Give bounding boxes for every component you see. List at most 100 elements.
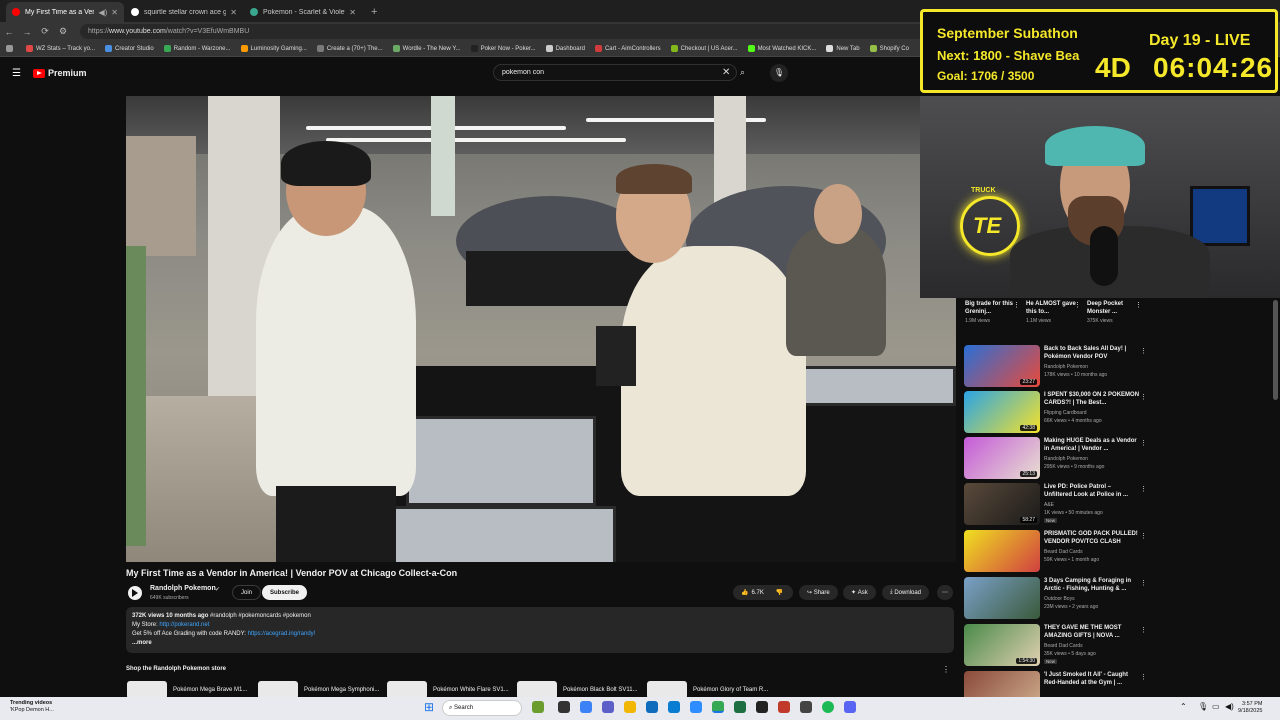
video-menu-icon[interactable]: ⋮: [1140, 439, 1147, 447]
spotify-icon[interactable]: [822, 701, 834, 713]
video-thumbnail[interactable]: 42:38: [964, 391, 1040, 433]
bookmark-item[interactable]: Most Watched KICK...: [747, 45, 816, 52]
recommended-title[interactable]: I SPENT $30,000 ON 2 POKEMON CARDS?! | T…: [1044, 391, 1140, 407]
recommended-channel[interactable]: Randolph Pokemon: [1044, 364, 1088, 370]
app-widget-icon[interactable]: [532, 701, 544, 713]
menu-hamburger-icon[interactable]: ☰: [12, 68, 21, 79]
recommended-title[interactable]: THEY GAVE ME THE MOST AMAZING GIFTS | NO…: [1044, 624, 1140, 640]
channel-name[interactable]: Randolph Pokemon: [150, 585, 216, 592]
short-menu-icon[interactable]: ⋮: [1135, 301, 1142, 309]
video-thumbnail[interactable]: 23:27: [964, 345, 1040, 387]
ask-button[interactable]: ✦ Ask: [843, 585, 876, 600]
bookmark-item[interactable]: WZ Stats – Track yo...: [26, 45, 95, 52]
tray-mic-icon[interactable]: 🎙: [1198, 702, 1208, 711]
back-arrow-icon[interactable]: ←: [0, 27, 18, 37]
bookmark-item[interactable]: Creator Studio: [105, 45, 154, 52]
shop-menu-icon[interactable]: ⋮: [942, 665, 950, 674]
bookmark-item[interactable]: Cart - AimControllers: [594, 45, 661, 52]
bookmark-item[interactable]: Wordle - The New Y...: [392, 45, 461, 52]
search-icon[interactable]: ⌕: [740, 67, 745, 78]
recommended-video[interactable]: 1:54:30 THEY GAVE ME THE MOST AMAZING GI…: [964, 624, 1147, 666]
dislike-icon[interactable]: 👎: [776, 589, 783, 596]
recommended-title[interactable]: Live PD: Police Patrol – Unfiltered Look…: [1044, 483, 1140, 499]
bookmark-item[interactable]: Luminosity Gaming...: [240, 45, 307, 52]
bookmark-item[interactable]: Dashboard: [545, 45, 585, 52]
site-info-icon[interactable]: ⚙: [54, 26, 72, 37]
recommended-title[interactable]: PRISMATIC GOD PACK PULLED! VENDOR POV/TC…: [1044, 530, 1140, 546]
download-button[interactable]: ⤓ Download: [882, 585, 930, 600]
video-menu-icon[interactable]: ⋮: [1140, 532, 1147, 540]
excel-icon[interactable]: [734, 701, 746, 713]
address-bar[interactable]: https://www.youtube.com/watch?v=V3EfuWmB…: [80, 24, 930, 39]
video-thumbnail[interactable]: 1:54:30: [964, 624, 1040, 666]
subscribe-button[interactable]: Subscribe: [262, 585, 308, 600]
bookmark-item[interactable]: Create a (70+) The...: [316, 45, 383, 52]
system-clock[interactable]: 3:57 PM 9/18/2025: [1238, 701, 1262, 715]
hashtags[interactable]: #randolph #pokemoncards #pokemon: [208, 613, 311, 619]
video-thumbnail[interactable]: 58:27: [964, 483, 1040, 525]
bookmark-item[interactable]: Random - Warzone...: [163, 45, 231, 52]
recommended-title[interactable]: Making HUGE Deals as a Vendor in America…: [1044, 437, 1140, 453]
news-widget[interactable]: Trending videos 'KPop Demon H...: [10, 700, 54, 714]
browser-tab-2[interactable]: squirtle stellar crown ace grading ✕: [125, 2, 243, 22]
recommended-channel[interactable]: Beard Dad Cards: [1044, 549, 1083, 555]
bookmark-item[interactable]: Checkout | US Acer...: [670, 45, 738, 52]
video-thumbnail[interactable]: [964, 577, 1040, 619]
video-menu-icon[interactable]: ⋮: [1140, 485, 1147, 493]
recommended-title[interactable]: 3 Days Camping & Foraging in Arctic - Fi…: [1044, 577, 1140, 593]
share-button[interactable]: ↪ Share: [799, 585, 838, 600]
youtube-logo[interactable]: Premium: [32, 68, 86, 78]
like-count[interactable]: 6.7K: [751, 590, 763, 596]
windows-start-icon[interactable]: ⊞: [424, 700, 434, 714]
video-menu-icon[interactable]: ⋮: [1140, 626, 1147, 634]
tab-close-icon[interactable]: ✕: [111, 8, 118, 17]
tab-close-icon[interactable]: ✕: [230, 8, 237, 17]
short-item[interactable]: Big trade for this Greninj... 1.9M views: [965, 300, 1015, 324]
copilot-icon[interactable]: [580, 701, 592, 713]
browser-tab-1[interactable]: My First Time as a Vendor in America! ◀)…: [6, 2, 124, 22]
speaker-icon[interactable]: ◀): [98, 8, 107, 17]
recommended-channel[interactable]: Beard Dad Cards: [1044, 643, 1083, 649]
recommended-video[interactable]: 58:27 Live PD: Police Patrol – Unfiltere…: [964, 483, 1147, 525]
bookmark-item[interactable]: Shopify Co: [869, 45, 909, 52]
terminal-icon[interactable]: [756, 701, 768, 713]
short-item[interactable]: He ALMOST gave this to... 1.1M views: [1026, 300, 1076, 324]
discord-icon[interactable]: [844, 701, 856, 713]
microphone-icon[interactable]: 🎙: [770, 64, 788, 82]
video-thumbnail[interactable]: 25:13: [964, 437, 1040, 479]
search-input[interactable]: [502, 69, 712, 76]
forward-arrow-icon[interactable]: →: [18, 27, 36, 37]
app-icon[interactable]: [778, 701, 790, 713]
store-icon[interactable]: [646, 701, 658, 713]
app-icon[interactable]: [690, 701, 702, 713]
more-actions-icon[interactable]: ⋯: [937, 585, 953, 600]
bookmark-item[interactable]: Poker Now - Poker...: [470, 45, 536, 52]
video-menu-icon[interactable]: ⋮: [1140, 393, 1147, 401]
clear-search-icon[interactable]: ✕: [722, 67, 730, 78]
like-icon[interactable]: 👍: [741, 589, 748, 596]
video-menu-icon[interactable]: ⋮: [1140, 673, 1147, 681]
tray-chevron-icon[interactable]: ⌃: [1180, 702, 1187, 711]
store-link[interactable]: http://pokerand.net: [159, 622, 209, 628]
recommended-video[interactable]: 42:38 I SPENT $30,000 ON 2 POKEMON CARDS…: [964, 391, 1147, 433]
app-icon[interactable]: [800, 701, 812, 713]
sidebar-scrollbar[interactable]: [1273, 300, 1278, 400]
volume-icon[interactable]: ◀): [1225, 702, 1234, 711]
short-item[interactable]: Deep Pocket Monster ... 375K views: [1087, 300, 1137, 324]
recommended-channel[interactable]: Flipping Cardboard: [1044, 410, 1087, 416]
show-more-link[interactable]: ...more: [132, 640, 152, 646]
network-icon[interactable]: ▭: [1212, 702, 1220, 711]
tab-close-icon[interactable]: ✕: [349, 8, 356, 17]
join-button[interactable]: Join: [232, 585, 262, 600]
recommended-channel[interactable]: A&E: [1044, 502, 1054, 508]
search-box[interactable]: [493, 64, 737, 81]
recommended-title[interactable]: Back to Back Sales All Day! | Pokémon Ve…: [1044, 345, 1140, 361]
description-box[interactable]: 372K views 10 months ago #randolph #poke…: [126, 607, 954, 653]
recommended-video[interactable]: 3 Days Camping & Foraging in Arctic - Fi…: [964, 577, 1147, 619]
video-thumbnail[interactable]: [964, 530, 1040, 572]
video-player[interactable]: [126, 96, 956, 562]
channel-avatar[interactable]: [128, 586, 142, 600]
teams-icon[interactable]: [602, 701, 614, 713]
short-menu-icon[interactable]: ⋮: [1013, 301, 1020, 309]
recommended-channel[interactable]: Randolph Pokemon: [1044, 456, 1088, 462]
